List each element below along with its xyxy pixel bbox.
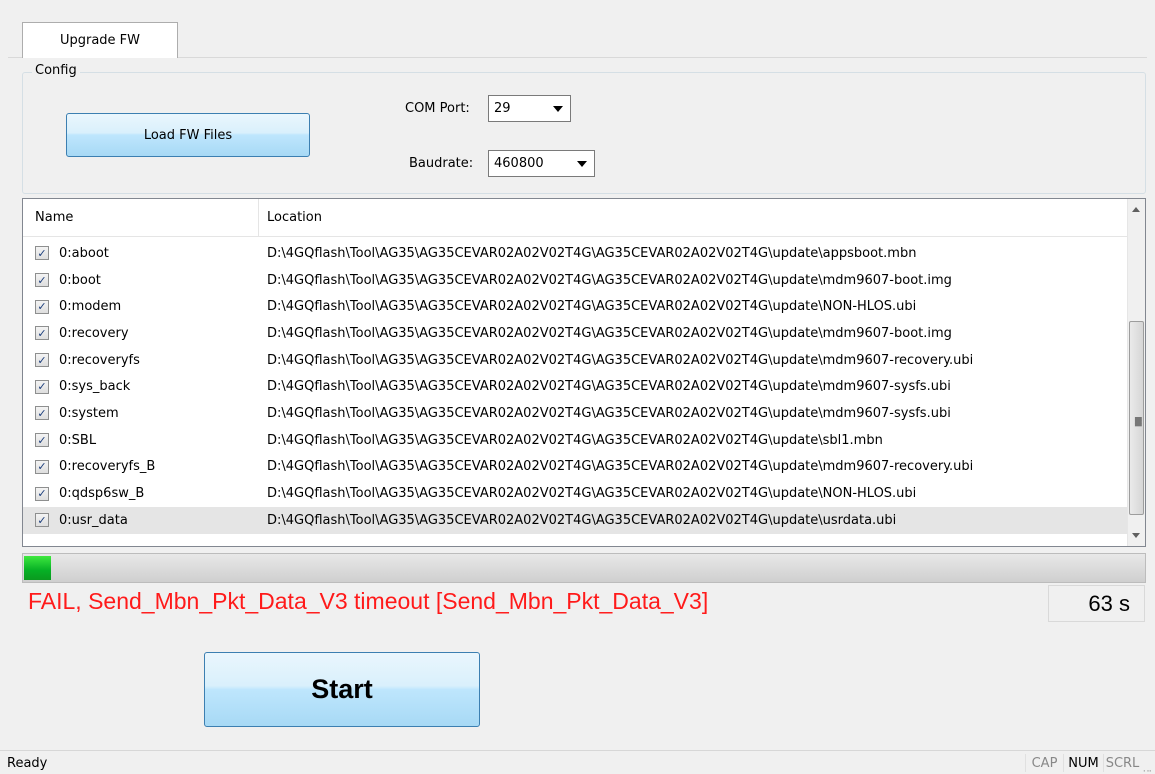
baudrate-label: Baudrate: [409, 156, 474, 171]
scroll-up-icon[interactable] [1132, 207, 1140, 212]
row-checkbox[interactable]: ✓ [35, 513, 49, 528]
column-header-location[interactable]: Location [267, 210, 322, 225]
baudrate-value: 460800 [494, 156, 544, 171]
row-name: 0:aboot [59, 245, 109, 261]
column-divider[interactable] [258, 199, 259, 237]
com-port-select[interactable]: 29 [488, 95, 571, 122]
list-rows: ✓ 0:aboot D:\4GQflash\Tool\AG35\AG35CEVAR0… [23, 240, 1128, 534]
start-button-label: Start [311, 674, 373, 704]
list-item[interactable]: ✓ 0:SBL D:\4GQflash\Tool\AG35\AG35CEVAR02A… [23, 427, 1128, 454]
progress-bar [22, 553, 1146, 583]
row-checkbox[interactable]: ✓ [35, 459, 49, 474]
row-location: D:\4GQflash\Tool\AG35\AG35CEVAR02A02V02T… [267, 432, 883, 448]
elapsed-time: 63 s [1048, 585, 1145, 622]
row-location: D:\4GQflash\Tool\AG35\AG35CEVAR02A02V02T… [267, 352, 974, 368]
config-legend: Config [32, 63, 80, 78]
status-message: FAIL, Send_Mbn_Pkt_Data_V3 timeout [Send… [28, 588, 709, 614]
row-location: D:\4GQflash\Tool\AG35\AG35CEVAR02A02V02T… [267, 272, 952, 288]
row-location: D:\4GQflash\Tool\AG35\AG35CEVAR02A02V02T… [267, 299, 917, 315]
row-name: 0:qdsp6sw_B [59, 486, 145, 502]
row-checkbox[interactable]: ✓ [35, 273, 49, 288]
row-location: D:\4GQflash\Tool\AG35\AG35CEVAR02A02V02T… [267, 512, 897, 528]
list-item[interactable]: ✓ 0:qdsp6sw_B D:\4GQflash\Tool\AG35\AG35CE… [23, 480, 1128, 507]
row-name: 0:modem [59, 299, 122, 315]
row-name: 0:recoveryfs_B [59, 459, 156, 475]
num-lock-indicator: NUM [1063, 754, 1103, 772]
row-checkbox[interactable]: ✓ [35, 326, 49, 341]
row-location: D:\4GQflash\Tool\AG35\AG35CEVAR02A02V02T… [267, 459, 974, 475]
status-bar: Ready CAP NUM SCRL ⠠⠤ [0, 750, 1155, 774]
row-checkbox[interactable]: ✓ [35, 379, 49, 394]
resize-grip-icon[interactable]: ⠠⠤ [1140, 766, 1152, 774]
scroll-down-icon[interactable] [1132, 533, 1140, 538]
row-name: 0:recoveryfs [59, 352, 140, 368]
list-item[interactable]: ✓ 0:aboot D:\4GQflash\Tool\AG35\AG35CEVAR0… [23, 240, 1128, 267]
firmware-list[interactable]: Name Location ✓ 0:aboot D:\4GQflash\Tool\A… [22, 198, 1146, 547]
progress-fill [24, 556, 51, 580]
tab-label: Upgrade FW [59, 33, 141, 48]
row-name: 0:SBL [59, 432, 97, 448]
row-checkbox[interactable]: ✓ [35, 433, 49, 448]
row-location: D:\4GQflash\Tool\AG35\AG35CEVAR02A02V02T… [267, 486, 917, 502]
load-fw-files-label: Load FW Files [143, 127, 233, 143]
elapsed-time-value: 63 s [1088, 590, 1130, 616]
row-checkbox[interactable]: ✓ [35, 299, 49, 314]
list-item[interactable]: ✓ 0:usr_data D:\4GQflash\Tool\AG35\AG35CEV… [23, 506, 1128, 534]
status-bar-text: Ready [7, 756, 48, 771]
row-name: 0:usr_data [59, 512, 128, 528]
start-button[interactable]: Start [204, 652, 480, 727]
com-port-value: 29 [494, 101, 511, 116]
list-item[interactable]: ✓ 0:recoveryfs_B D:\4GQflash\Tool\AG35\AG3… [23, 454, 1128, 481]
scrollbar-thumb[interactable]: ▬ ▬ ▬ [1129, 321, 1144, 515]
row-name: 0:system [59, 405, 119, 421]
cap-lock-indicator: CAP [1025, 754, 1063, 772]
row-location: D:\4GQflash\Tool\AG35\AG35CEVAR02A02V02T… [267, 245, 917, 261]
grip-icon: ▬ ▬ ▬ [1134, 414, 1143, 430]
row-name: 0:boot [59, 272, 101, 288]
load-fw-files-button[interactable]: Load FW Files [66, 113, 310, 157]
row-checkbox[interactable]: ✓ [35, 406, 49, 421]
row-checkbox[interactable]: ✓ [35, 486, 49, 501]
list-header: Name Location [23, 199, 1128, 237]
scroll-lock-indicator: SCRL [1103, 754, 1141, 772]
row-checkbox[interactable]: ✓ [35, 353, 49, 368]
list-item[interactable]: ✓ 0:boot D:\4GQflash\Tool\AG35\AG35CEVAR02… [23, 267, 1128, 294]
tab-upgrade-fw[interactable]: Upgrade FW [22, 22, 178, 58]
com-port-label: COM Port: [405, 101, 470, 116]
column-header-name[interactable]: Name [35, 210, 73, 225]
list-item[interactable]: ✓ 0:modem D:\4GQflash\Tool\AG35\AG35CEVAR0… [23, 293, 1128, 320]
vertical-scrollbar[interactable]: ▬ ▬ ▬ [1127, 199, 1145, 546]
list-item[interactable]: ✓ 0:system D:\4GQflash\Tool\AG35\AG35CEVAR… [23, 400, 1128, 427]
row-name: 0:recovery [59, 325, 129, 341]
row-location: D:\4GQflash\Tool\AG35\AG35CEVAR02A02V02T… [267, 325, 952, 341]
chevron-down-icon [553, 106, 563, 112]
row-name: 0:sys_back [59, 379, 131, 395]
baudrate-select[interactable]: 460800 [488, 150, 595, 177]
row-location: D:\4GQflash\Tool\AG35\AG35CEVAR02A02V02T… [267, 405, 951, 421]
list-item[interactable]: ✓ 0:recoveryfs D:\4GQflash\Tool\AG35\AG35C… [23, 347, 1128, 374]
chevron-down-icon [577, 161, 587, 167]
row-location: D:\4GQflash\Tool\AG35\AG35CEVAR02A02V02T… [267, 379, 951, 395]
list-item[interactable]: ✓ 0:sys_back D:\4GQflash\Tool\AG35\AG35CEV… [23, 373, 1128, 400]
row-checkbox[interactable]: ✓ [35, 246, 49, 261]
list-item[interactable]: ✓ 0:recovery D:\4GQflash\Tool\AG35\AG35CEV… [23, 320, 1128, 347]
